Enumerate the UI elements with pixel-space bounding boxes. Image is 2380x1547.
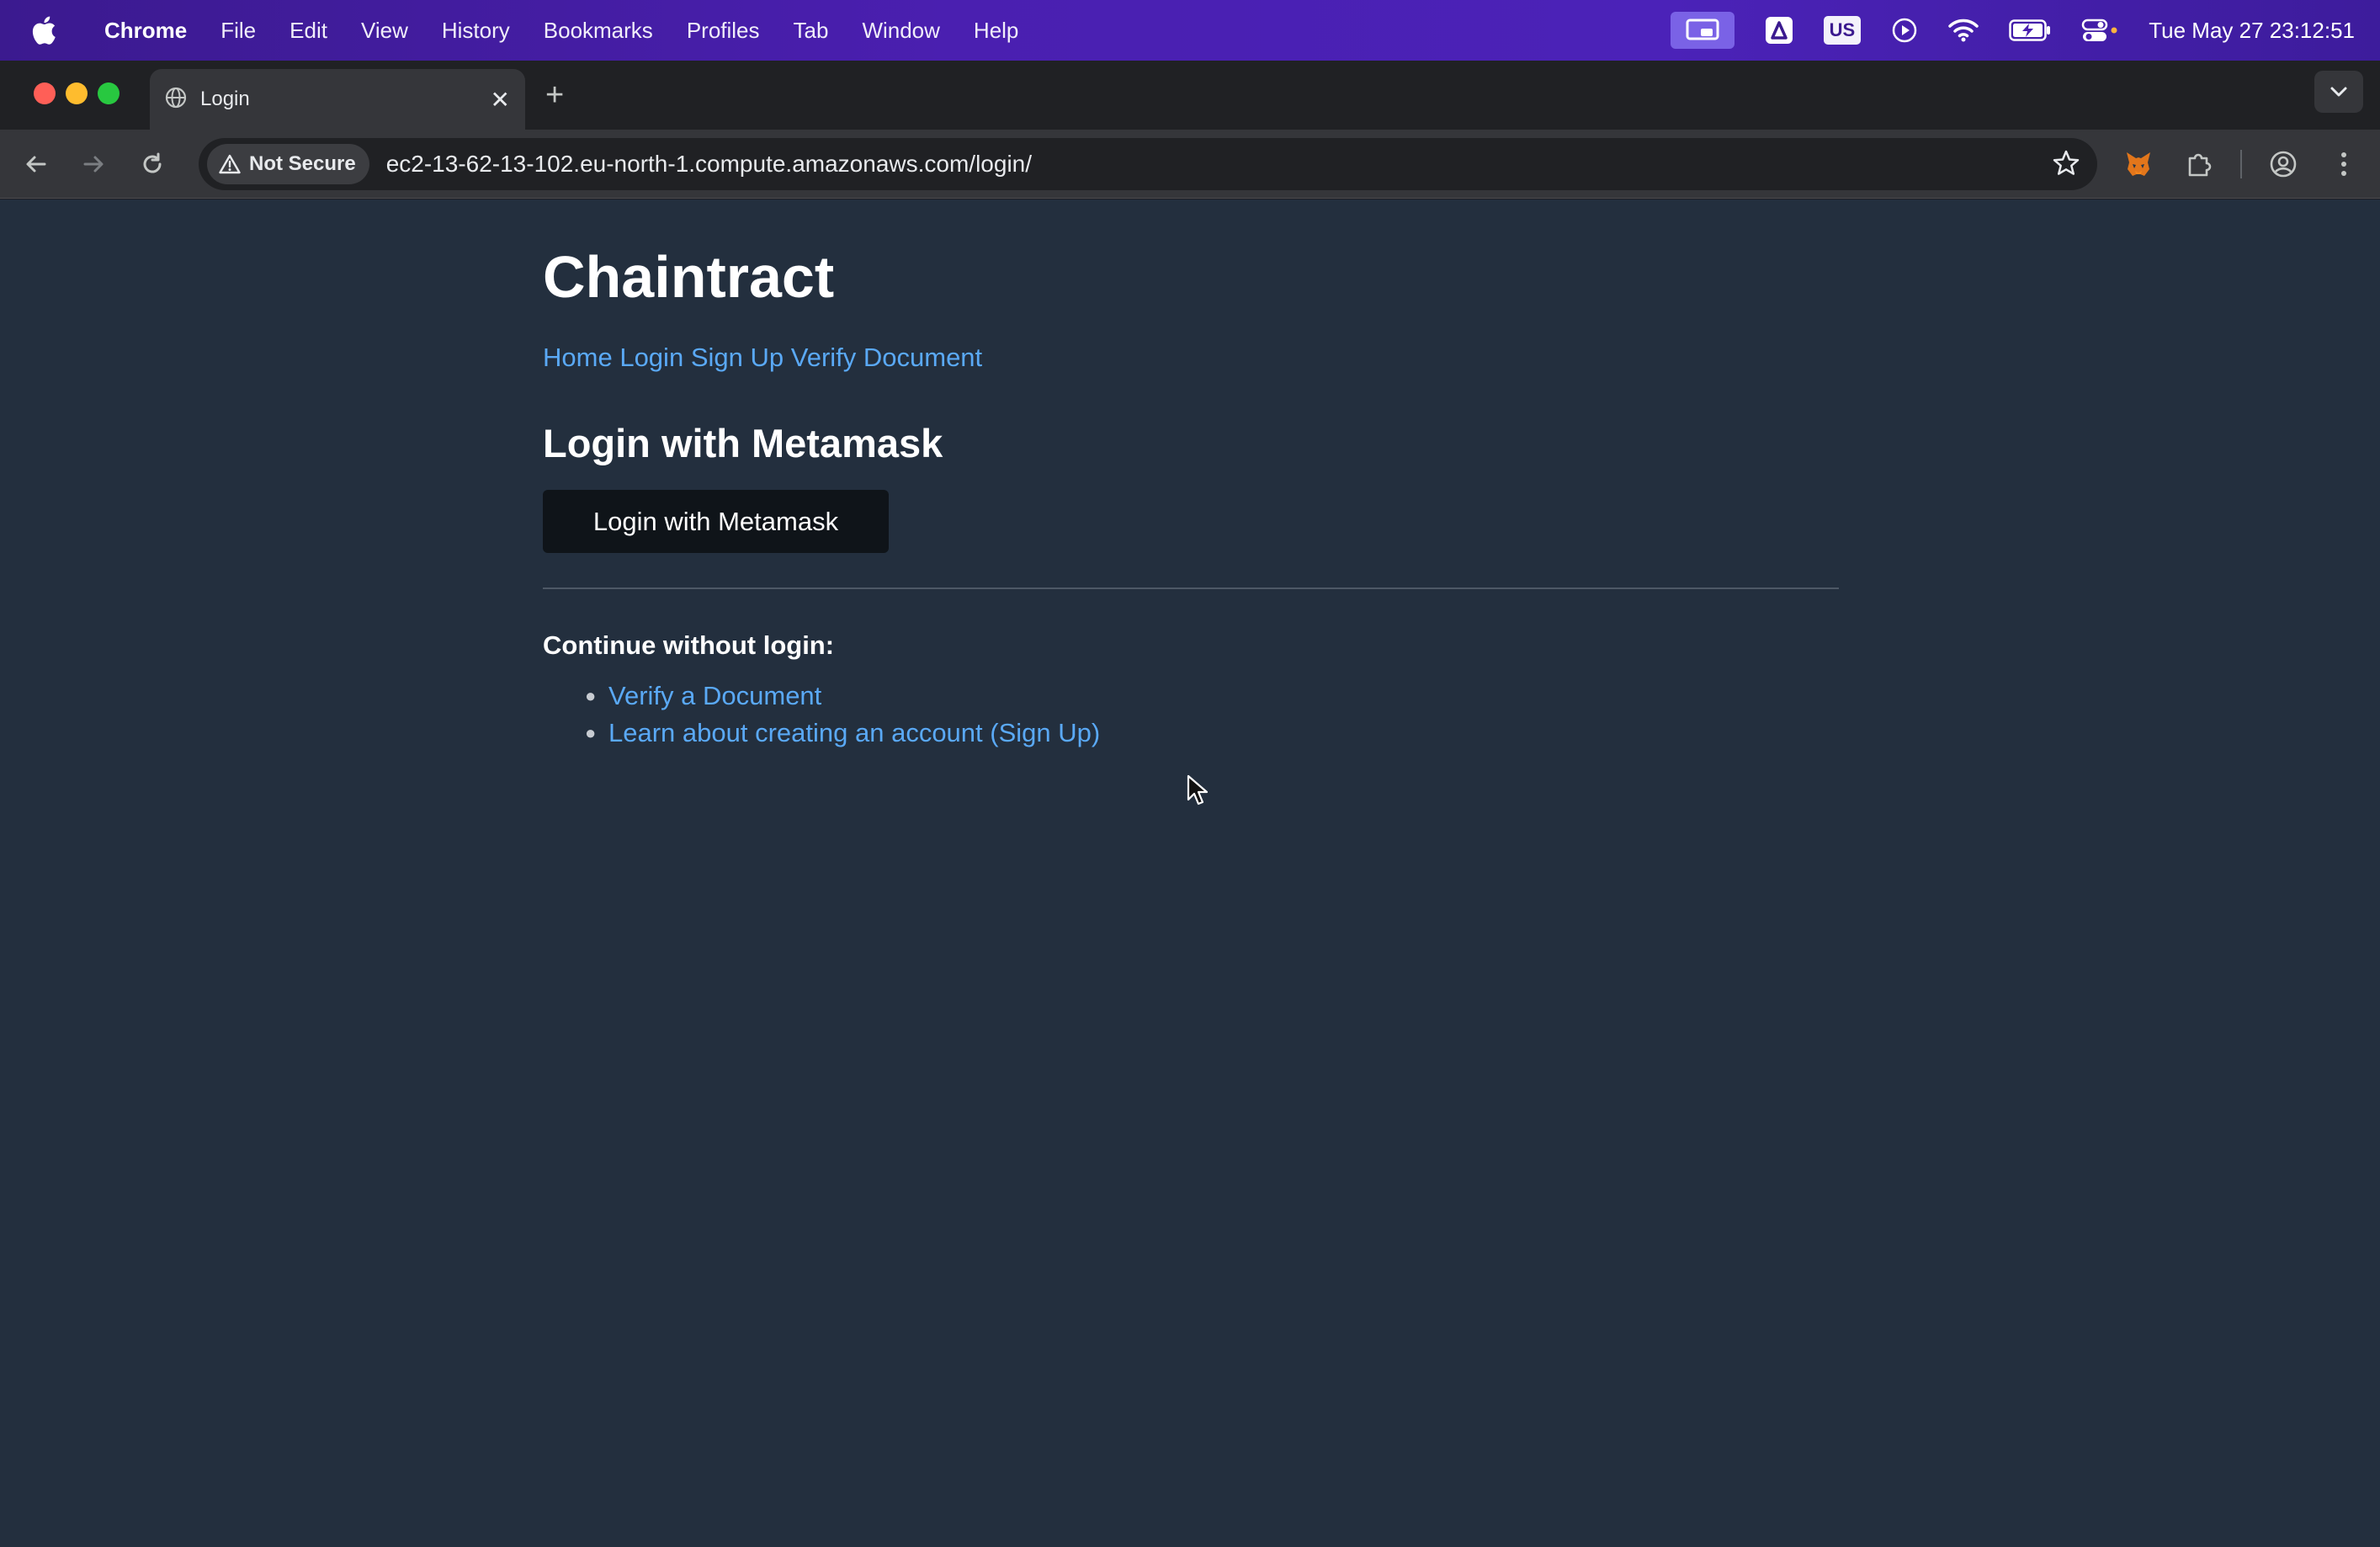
bullet-icon: ● bbox=[585, 685, 597, 706]
toolbar-separator bbox=[2240, 150, 2242, 178]
menubar-status-area: US Tue May 27 23:12:51 bbox=[1670, 0, 2355, 61]
menu-history[interactable]: History bbox=[425, 18, 527, 44]
menu-view[interactable]: View bbox=[344, 18, 425, 44]
web-page: Chaintract Home Login Sign Up Verify Doc… bbox=[0, 199, 2380, 1547]
menu-tab[interactable]: Tab bbox=[777, 18, 846, 44]
macos-menu-bar: Chrome File Edit View History Bookmarks … bbox=[0, 0, 2380, 61]
keyboard-layout-icon[interactable]: US bbox=[1823, 16, 1862, 45]
back-button[interactable] bbox=[17, 145, 56, 183]
security-chip[interactable]: Not Secure bbox=[207, 144, 369, 184]
screen-mirroring-icon[interactable] bbox=[1670, 12, 1735, 49]
warning-icon bbox=[219, 154, 241, 174]
nav-link-home[interactable]: Home bbox=[543, 343, 613, 372]
menu-file[interactable]: File bbox=[204, 18, 273, 44]
url-text[interactable]: ec2-13-62-13-102.eu-north-1.compute.amaz… bbox=[386, 151, 1032, 178]
login-section-title: Login with Metamask bbox=[543, 421, 943, 465]
menu-profiles[interactable]: Profiles bbox=[670, 18, 777, 44]
new-tab-button[interactable]: + bbox=[545, 79, 564, 111]
reload-button[interactable] bbox=[133, 145, 172, 183]
menu-edit[interactable]: Edit bbox=[273, 18, 344, 44]
menu-window[interactable]: Window bbox=[845, 18, 956, 44]
tab-login[interactable]: Login ✕ bbox=[150, 69, 525, 130]
apple-icon[interactable] bbox=[0, 15, 88, 45]
address-bar[interactable]: Not Secure ec2-13-62-13-102.eu-north-1.c… bbox=[199, 138, 2097, 190]
battery-icon[interactable] bbox=[2009, 19, 2051, 41]
keyboard-layout-label: US bbox=[1823, 16, 1862, 45]
play-icon[interactable] bbox=[1891, 17, 1918, 44]
window-zoom-button[interactable] bbox=[98, 82, 120, 104]
chrome-menu-kebab-icon[interactable] bbox=[2324, 145, 2363, 183]
security-label: Not Secure bbox=[249, 152, 356, 175]
extensions-puzzle-icon[interactable] bbox=[2180, 145, 2218, 183]
bookmark-star-icon[interactable] bbox=[2052, 149, 2080, 182]
tab-close-icon[interactable]: ✕ bbox=[491, 86, 510, 114]
nav-link-verify-document[interactable]: Verify Document bbox=[791, 343, 982, 372]
window-minimize-button[interactable] bbox=[66, 82, 88, 104]
site-nav: Home Login Sign Up Verify Document bbox=[543, 343, 982, 373]
verify-document-link[interactable]: Verify a Document bbox=[608, 681, 821, 711]
tab-search-button[interactable] bbox=[2314, 71, 2363, 113]
profile-avatar-icon[interactable] bbox=[2264, 145, 2303, 183]
globe-icon bbox=[165, 87, 187, 113]
browser-tab-strip: Login ✕ + bbox=[0, 61, 2380, 130]
wifi-icon[interactable] bbox=[1948, 19, 1979, 42]
chevron-down-icon bbox=[2330, 87, 2347, 97]
nav-link-signup[interactable]: Sign Up bbox=[691, 343, 784, 372]
menu-help[interactable]: Help bbox=[957, 18, 1035, 44]
menu-app-name[interactable]: Chrome bbox=[88, 18, 204, 44]
back-arrow-icon bbox=[26, 156, 46, 173]
tab-title: Login bbox=[200, 88, 250, 110]
list-item: ● Learn about creating an account (Sign … bbox=[585, 715, 1100, 752]
list-item: ● Verify a Document bbox=[585, 678, 1100, 715]
forward-button[interactable] bbox=[74, 145, 113, 183]
forward-arrow-icon bbox=[83, 156, 104, 173]
mouse-pointer-icon bbox=[1187, 774, 1209, 811]
section-divider bbox=[543, 587, 1839, 589]
control-center-icon[interactable] bbox=[2081, 18, 2118, 43]
nav-link-login[interactable]: Login bbox=[619, 343, 683, 372]
menubar-clock[interactable]: Tue May 27 23:12:51 bbox=[2149, 18, 2355, 44]
app-a-icon[interactable] bbox=[1765, 16, 1793, 45]
window-close-button[interactable] bbox=[34, 82, 56, 104]
guest-links-list: ● Verify a Document ● Learn about creati… bbox=[585, 678, 1100, 752]
metamask-extension-icon[interactable] bbox=[2119, 145, 2158, 183]
continue-without-login-label: Continue without login: bbox=[543, 630, 835, 660]
bullet-icon: ● bbox=[585, 722, 597, 743]
browser-toolbar: Not Secure ec2-13-62-13-102.eu-north-1.c… bbox=[0, 130, 2380, 199]
site-title: Chaintract bbox=[543, 244, 835, 310]
login-with-metamask-button[interactable]: Login with Metamask bbox=[543, 490, 889, 553]
reload-icon bbox=[143, 152, 162, 173]
learn-signup-link[interactable]: Learn about creating an account (Sign Up… bbox=[608, 718, 1100, 748]
menu-bookmarks[interactable]: Bookmarks bbox=[527, 18, 670, 44]
